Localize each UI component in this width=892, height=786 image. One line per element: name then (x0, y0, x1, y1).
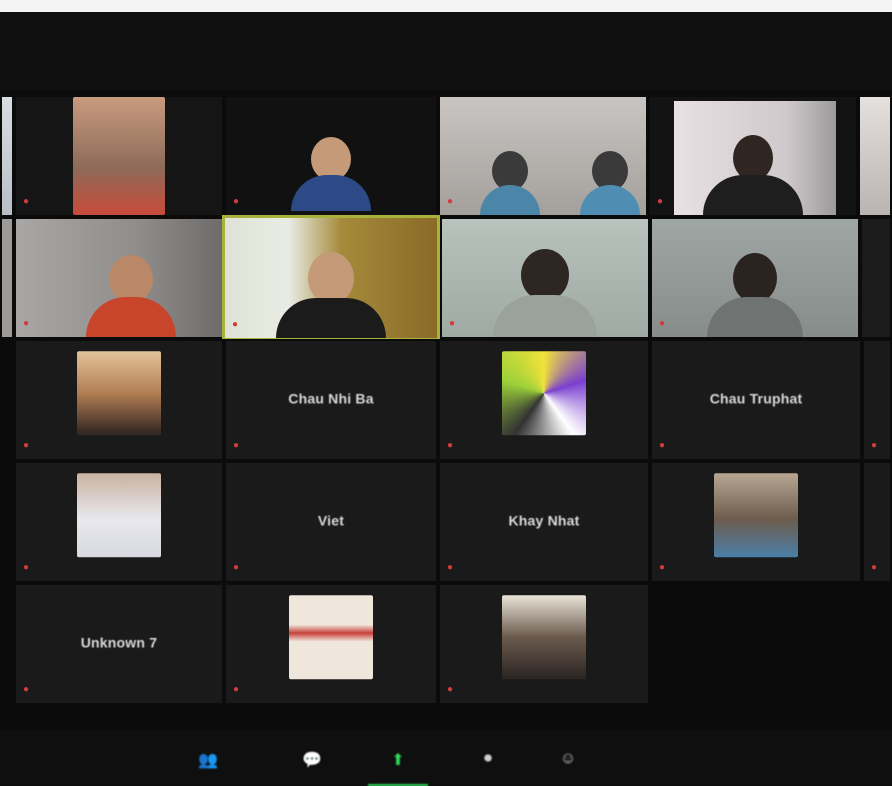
participant-tile[interactable]: ● (14, 217, 224, 339)
participant-figure (493, 249, 597, 337)
muted-mic-icon: ● (23, 440, 30, 451)
muted-mic-icon: ● (232, 319, 239, 330)
participant-tile[interactable]: ● (224, 95, 438, 217)
muted-mic-icon: ● (23, 684, 30, 695)
video-feed (2, 219, 12, 337)
muted-mic-icon: ● (23, 318, 30, 329)
muted-mic-icon: ● (23, 562, 30, 573)
muted-mic-icon: ● (871, 440, 878, 451)
reactions-button[interactable]: ☺ (548, 750, 588, 784)
muted-mic-icon: ● (447, 562, 454, 573)
participant-tile[interactable]: ● (14, 95, 224, 217)
video-feed (860, 97, 890, 215)
muted-mic-icon: ● (657, 196, 664, 207)
share-screen-icon: ⬆ (391, 752, 405, 769)
muted-mic-icon: ● (233, 440, 240, 451)
participant-display-name: Chau Nhi Ba (288, 390, 374, 407)
record-icon: ⏺ (483, 750, 492, 767)
participant-figure (291, 137, 371, 211)
participant-display-name: Unknown 7 (80, 634, 158, 651)
participant-tile[interactable]: Khay Nhat ● (438, 461, 650, 583)
participant-tile[interactable]: ● (224, 583, 438, 705)
meeting-toolbar: 👥 💬 ⬆ ⏺ ☺ (0, 730, 892, 786)
window-top-edge (0, 0, 892, 12)
participant-figure (703, 135, 803, 215)
participant-tile[interactable]: ● (14, 461, 224, 583)
participant-display-name: Viet (317, 512, 345, 529)
participant-display-name: Chau Truphat (709, 390, 803, 407)
participant-tile[interactable]: Chau Truphat ● (650, 339, 862, 461)
participant-tile[interactable]: Unknown 7 ● (14, 583, 224, 705)
participant-tile-edge-right[interactable] (860, 217, 892, 339)
muted-mic-icon: ● (447, 196, 454, 207)
muted-mic-icon: ● (659, 562, 666, 573)
participant-figure (276, 252, 386, 338)
participant-tile[interactable]: ● (440, 217, 650, 339)
meeting-top-bar (0, 12, 892, 90)
participant-tile-edge-right[interactable] (858, 95, 892, 217)
participant-tile[interactable]: ● (438, 339, 650, 461)
active-speaker-tile[interactable]: ● (222, 215, 440, 341)
participant-figure (480, 151, 540, 215)
participant-tile[interactable]: ● (648, 95, 858, 217)
participant-avatar (289, 595, 373, 680)
muted-mic-icon: ● (23, 196, 30, 207)
participant-tile-edge-right[interactable]: ● (862, 461, 892, 583)
video-feed (862, 219, 890, 337)
participant-display-name: Khay Nhat (508, 512, 580, 529)
participant-video-thumbnail (73, 97, 165, 215)
muted-mic-icon: ● (447, 440, 454, 451)
participant-tile[interactable]: Chau Nhi Ba ● (224, 339, 438, 461)
chat-icon: 💬 (302, 752, 322, 769)
muted-mic-icon: ● (447, 684, 454, 695)
participant-tile-edge-left[interactable] (0, 95, 14, 217)
participant-avatar (77, 473, 161, 558)
participant-tile-edge-left[interactable] (0, 217, 14, 339)
record-button[interactable]: ⏺ (468, 750, 508, 784)
participant-figure (86, 255, 176, 337)
reactions-icon: ☺ (559, 750, 577, 767)
participant-avatar (714, 473, 798, 558)
participant-tile[interactable]: ● (14, 339, 224, 461)
participant-figure (707, 253, 803, 337)
participant-tile[interactable]: ● (438, 95, 648, 217)
participant-avatar (502, 595, 586, 680)
participant-tile[interactable]: Viet ● (224, 461, 438, 583)
participant-figure (580, 151, 640, 215)
chat-button[interactable]: 💬 (292, 750, 332, 784)
participant-avatar (77, 351, 161, 436)
participants-icon: 👥 (198, 752, 218, 769)
participant-avatar (502, 351, 586, 436)
muted-mic-icon: ● (659, 440, 666, 451)
participant-tile[interactable]: ● (650, 217, 860, 339)
muted-mic-icon: ● (871, 562, 878, 573)
muted-mic-icon: ● (449, 318, 456, 329)
participant-tile-edge-right[interactable]: ● (862, 339, 892, 461)
participant-tile[interactable]: ● (438, 583, 650, 705)
video-feed (2, 97, 12, 215)
muted-mic-icon: ● (659, 318, 666, 329)
share-screen-button[interactable]: ⬆ (368, 750, 428, 786)
muted-mic-icon: ● (233, 196, 240, 207)
muted-mic-icon: ● (233, 684, 240, 695)
participants-button[interactable]: 👥 (188, 750, 228, 784)
participant-tile[interactable]: ● (650, 461, 862, 583)
muted-mic-icon: ● (233, 562, 240, 573)
